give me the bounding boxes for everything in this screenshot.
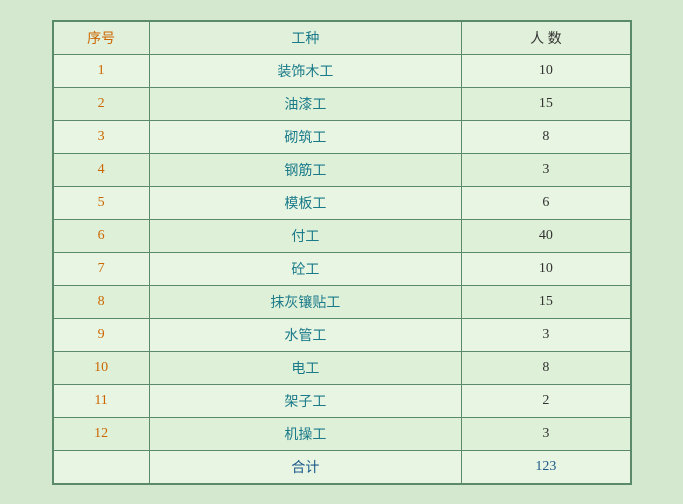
cell-count: 3 [462, 318, 630, 351]
table-row: 9水管工3 [53, 318, 630, 351]
cell-type: 砌筑工 [149, 120, 462, 153]
workers-table: 序号 工种 人 数 1装饰木工102油漆工153砌筑工84钢筋工35模板工66付… [53, 21, 631, 484]
table-row: 5模板工6 [53, 186, 630, 219]
cell-index: 7 [53, 252, 149, 285]
total-row: 合计123 [53, 450, 630, 483]
table-row: 2油漆工15 [53, 87, 630, 120]
cell-count: 15 [462, 87, 630, 120]
cell-total-label: 合计 [149, 450, 462, 483]
cell-count: 10 [462, 252, 630, 285]
cell-count: 10 [462, 54, 630, 87]
cell-index: 8 [53, 285, 149, 318]
table-row: 7砼工10 [53, 252, 630, 285]
cell-type: 抹灰镶贴工 [149, 285, 462, 318]
cell-count: 3 [462, 153, 630, 186]
cell-type: 架子工 [149, 384, 462, 417]
cell-index: 11 [53, 384, 149, 417]
header-index: 序号 [53, 21, 149, 54]
cell-index: 3 [53, 120, 149, 153]
cell-count: 15 [462, 285, 630, 318]
cell-type: 电工 [149, 351, 462, 384]
cell-index: 2 [53, 87, 149, 120]
cell-total-count: 123 [462, 450, 630, 483]
cell-count: 6 [462, 186, 630, 219]
cell-type: 付工 [149, 219, 462, 252]
cell-type: 油漆工 [149, 87, 462, 120]
cell-count: 40 [462, 219, 630, 252]
cell-count: 3 [462, 417, 630, 450]
table-row: 12机操工3 [53, 417, 630, 450]
table-row: 10电工8 [53, 351, 630, 384]
cell-count: 2 [462, 384, 630, 417]
table-row: 4钢筋工3 [53, 153, 630, 186]
header-type: 工种 [149, 21, 462, 54]
cell-index: 1 [53, 54, 149, 87]
table-row: 11架子工2 [53, 384, 630, 417]
cell-index: 4 [53, 153, 149, 186]
cell-type: 装饰木工 [149, 54, 462, 87]
main-table-container: 序号 工种 人 数 1装饰木工102油漆工153砌筑工84钢筋工35模板工66付… [52, 20, 632, 485]
cell-index: 5 [53, 186, 149, 219]
cell-index: 10 [53, 351, 149, 384]
cell-type: 模板工 [149, 186, 462, 219]
cell-type: 钢筋工 [149, 153, 462, 186]
cell-count: 8 [462, 351, 630, 384]
cell-type: 机操工 [149, 417, 462, 450]
cell-count: 8 [462, 120, 630, 153]
cell-index: 6 [53, 219, 149, 252]
header-count: 人 数 [462, 21, 630, 54]
table-header-row: 序号 工种 人 数 [53, 21, 630, 54]
table-row: 8抹灰镶贴工15 [53, 285, 630, 318]
cell-type: 水管工 [149, 318, 462, 351]
cell-type: 砼工 [149, 252, 462, 285]
cell-total-empty [53, 450, 149, 483]
table-row: 1装饰木工10 [53, 54, 630, 87]
table-row: 6付工40 [53, 219, 630, 252]
cell-index: 9 [53, 318, 149, 351]
cell-index: 12 [53, 417, 149, 450]
table-row: 3砌筑工8 [53, 120, 630, 153]
